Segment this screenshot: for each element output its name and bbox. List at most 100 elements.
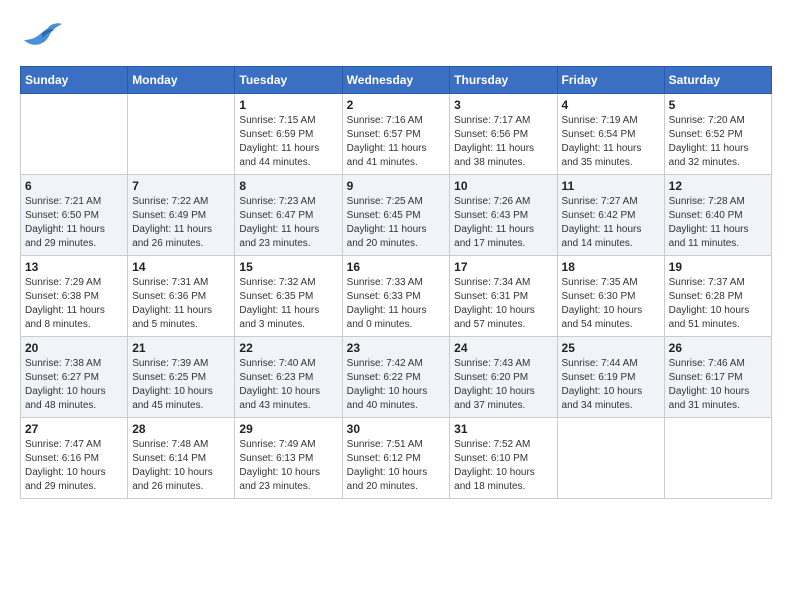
calendar-cell: 26 Sunrise: 7:46 AMSunset: 6:17 PMDayligh… — [664, 337, 771, 418]
day-info: Sunrise: 7:40 AMSunset: 6:23 PMDaylight:… — [239, 357, 337, 413]
calendar-cell: 21 Sunrise: 7:39 AMSunset: 6:25 PMDayligh… — [128, 337, 235, 418]
page-header — [20, 20, 772, 56]
day-of-week-header: Saturday — [664, 67, 771, 94]
calendar-cell: 6 Sunrise: 7:21 AMSunset: 6:50 PMDaylight… — [21, 175, 128, 256]
calendar-cell: 8 Sunrise: 7:23 AMSunset: 6:47 PMDaylight… — [235, 175, 342, 256]
day-number: 13 — [25, 260, 123, 274]
calendar-cell: 27 Sunrise: 7:47 AMSunset: 6:16 PMDayligh… — [21, 418, 128, 499]
calendar-header-row: SundayMondayTuesdayWednesdayThursdayFrid… — [21, 67, 772, 94]
calendar-cell: 23Sunrise: 7:42 AMSunset: 6:22 PMDayligh… — [342, 337, 450, 418]
day-info: Sunrise: 7:43 AMSunset: 6:20 PMDaylight:… — [454, 357, 552, 413]
calendar-cell: 14 Sunrise: 7:31 AMSunset: 6:36 PMDayligh… — [128, 256, 235, 337]
day-number: 16 — [347, 260, 446, 274]
day-number: 20 — [25, 341, 123, 355]
day-number: 26 — [669, 341, 767, 355]
day-info: Sunrise: 7:35 AMSunset: 6:30 PMDaylight:… — [562, 276, 660, 332]
day-number: 6 — [25, 179, 123, 193]
calendar-cell: 4 Sunrise: 7:19 AMSunset: 6:54 PMDaylight… — [557, 94, 664, 175]
logo-icon — [20, 20, 64, 56]
day-number: 14 — [132, 260, 230, 274]
calendar-cell: 3Sunrise: 7:17 AMSunset: 6:56 PMDaylight… — [450, 94, 557, 175]
calendar-cell: 28 Sunrise: 7:48 AMSunset: 6:14 PMDayligh… — [128, 418, 235, 499]
calendar-cell — [557, 418, 664, 499]
calendar-cell: 24 Sunrise: 7:43 AMSunset: 6:20 PMDayligh… — [450, 337, 557, 418]
day-info: Sunrise: 7:48 AMSunset: 6:14 PMDaylight:… — [132, 438, 230, 494]
day-info: Sunrise: 7:21 AMSunset: 6:50 PMDaylight:… — [25, 195, 123, 251]
day-info: Sunrise: 7:46 AMSunset: 6:17 PMDaylight:… — [669, 357, 767, 413]
day-number: 21 — [132, 341, 230, 355]
calendar-week-row: 27 Sunrise: 7:47 AMSunset: 6:16 PMDayligh… — [21, 418, 772, 499]
day-number: 19 — [669, 260, 767, 274]
day-info: Sunrise: 7:25 AMSunset: 6:45 PMDaylight:… — [347, 195, 446, 251]
calendar-cell: 9 Sunrise: 7:25 AMSunset: 6:45 PMDaylight… — [342, 175, 450, 256]
calendar-cell: 29Sunrise: 7:49 AMSunset: 6:13 PMDayligh… — [235, 418, 342, 499]
day-info: Sunrise: 7:44 AMSunset: 6:19 PMDaylight:… — [562, 357, 660, 413]
calendar-week-row: 20Sunrise: 7:38 AMSunset: 6:27 PMDayligh… — [21, 337, 772, 418]
calendar-cell: 7 Sunrise: 7:22 AMSunset: 6:49 PMDaylight… — [128, 175, 235, 256]
calendar-cell: 17 Sunrise: 7:34 AMSunset: 6:31 PMDayligh… — [450, 256, 557, 337]
day-info: Sunrise: 7:27 AMSunset: 6:42 PMDaylight:… — [562, 195, 660, 251]
calendar-cell: 5Sunrise: 7:20 AMSunset: 6:52 PMDaylight… — [664, 94, 771, 175]
day-number: 28 — [132, 422, 230, 436]
day-info: Sunrise: 7:22 AMSunset: 6:49 PMDaylight:… — [132, 195, 230, 251]
calendar-cell: 20Sunrise: 7:38 AMSunset: 6:27 PMDayligh… — [21, 337, 128, 418]
calendar-cell: 2 Sunrise: 7:16 AMSunset: 6:57 PMDaylight… — [342, 94, 450, 175]
calendar-cell: 1 Sunrise: 7:15 AMSunset: 6:59 PMDaylight… — [235, 94, 342, 175]
day-number: 2 — [347, 98, 446, 112]
day-number: 5 — [669, 98, 767, 112]
day-number: 27 — [25, 422, 123, 436]
day-info: Sunrise: 7:29 AMSunset: 6:38 PMDaylight:… — [25, 276, 123, 332]
day-info: Sunrise: 7:33 AMSunset: 6:33 PMDaylight:… — [347, 276, 446, 332]
day-number: 1 — [239, 98, 337, 112]
day-number: 31 — [454, 422, 552, 436]
day-info: Sunrise: 7:28 AMSunset: 6:40 PMDaylight:… — [669, 195, 767, 251]
day-of-week-header: Tuesday — [235, 67, 342, 94]
day-of-week-header: Monday — [128, 67, 235, 94]
calendar-week-row: 13 Sunrise: 7:29 AMSunset: 6:38 PMDayligh… — [21, 256, 772, 337]
day-of-week-header: Friday — [557, 67, 664, 94]
calendar-cell — [21, 94, 128, 175]
day-info: Sunrise: 7:32 AMSunset: 6:35 PMDaylight:… — [239, 276, 337, 332]
calendar-week-row: 1 Sunrise: 7:15 AMSunset: 6:59 PMDaylight… — [21, 94, 772, 175]
day-info: Sunrise: 7:15 AMSunset: 6:59 PMDaylight:… — [239, 114, 337, 170]
day-of-week-header: Thursday — [450, 67, 557, 94]
day-number: 22 — [239, 341, 337, 355]
day-of-week-header: Wednesday — [342, 67, 450, 94]
calendar-cell: 16 Sunrise: 7:33 AMSunset: 6:33 PMDayligh… — [342, 256, 450, 337]
day-info: Sunrise: 7:19 AMSunset: 6:54 PMDaylight:… — [562, 114, 660, 170]
calendar-cell: 19Sunrise: 7:37 AMSunset: 6:28 PMDayligh… — [664, 256, 771, 337]
day-info: Sunrise: 7:51 AMSunset: 6:12 PMDaylight:… — [347, 438, 446, 494]
day-info: Sunrise: 7:31 AMSunset: 6:36 PMDaylight:… — [132, 276, 230, 332]
day-of-week-header: Sunday — [21, 67, 128, 94]
day-number: 15 — [239, 260, 337, 274]
calendar-cell: 22 Sunrise: 7:40 AMSunset: 6:23 PMDayligh… — [235, 337, 342, 418]
day-number: 24 — [454, 341, 552, 355]
day-info: Sunrise: 7:47 AMSunset: 6:16 PMDaylight:… — [25, 438, 123, 494]
calendar-cell: 31 Sunrise: 7:52 AMSunset: 6:10 PMDayligh… — [450, 418, 557, 499]
day-number: 7 — [132, 179, 230, 193]
calendar-cell: 11 Sunrise: 7:27 AMSunset: 6:42 PMDayligh… — [557, 175, 664, 256]
calendar-week-row: 6 Sunrise: 7:21 AMSunset: 6:50 PMDaylight… — [21, 175, 772, 256]
day-number: 30 — [347, 422, 446, 436]
day-number: 11 — [562, 179, 660, 193]
day-info: Sunrise: 7:17 AMSunset: 6:56 PMDaylight:… — [454, 114, 552, 170]
day-info: Sunrise: 7:34 AMSunset: 6:31 PMDaylight:… — [454, 276, 552, 332]
day-number: 12 — [669, 179, 767, 193]
calendar-cell: 15 Sunrise: 7:32 AMSunset: 6:35 PMDayligh… — [235, 256, 342, 337]
calendar-cell: 13 Sunrise: 7:29 AMSunset: 6:38 PMDayligh… — [21, 256, 128, 337]
day-info: Sunrise: 7:23 AMSunset: 6:47 PMDaylight:… — [239, 195, 337, 251]
day-info: Sunrise: 7:16 AMSunset: 6:57 PMDaylight:… — [347, 114, 446, 170]
calendar-cell — [128, 94, 235, 175]
day-number: 25 — [562, 341, 660, 355]
calendar-table: SundayMondayTuesdayWednesdayThursdayFrid… — [20, 66, 772, 499]
day-info: Sunrise: 7:42 AMSunset: 6:22 PMDaylight:… — [347, 357, 446, 413]
day-info: Sunrise: 7:39 AMSunset: 6:25 PMDaylight:… — [132, 357, 230, 413]
day-info: Sunrise: 7:52 AMSunset: 6:10 PMDaylight:… — [454, 438, 552, 494]
day-number: 4 — [562, 98, 660, 112]
day-number: 17 — [454, 260, 552, 274]
logo — [20, 20, 68, 56]
calendar-cell: 18Sunrise: 7:35 AMSunset: 6:30 PMDayligh… — [557, 256, 664, 337]
day-number: 9 — [347, 179, 446, 193]
calendar-cell: 10Sunrise: 7:26 AMSunset: 6:43 PMDayligh… — [450, 175, 557, 256]
day-number: 8 — [239, 179, 337, 193]
